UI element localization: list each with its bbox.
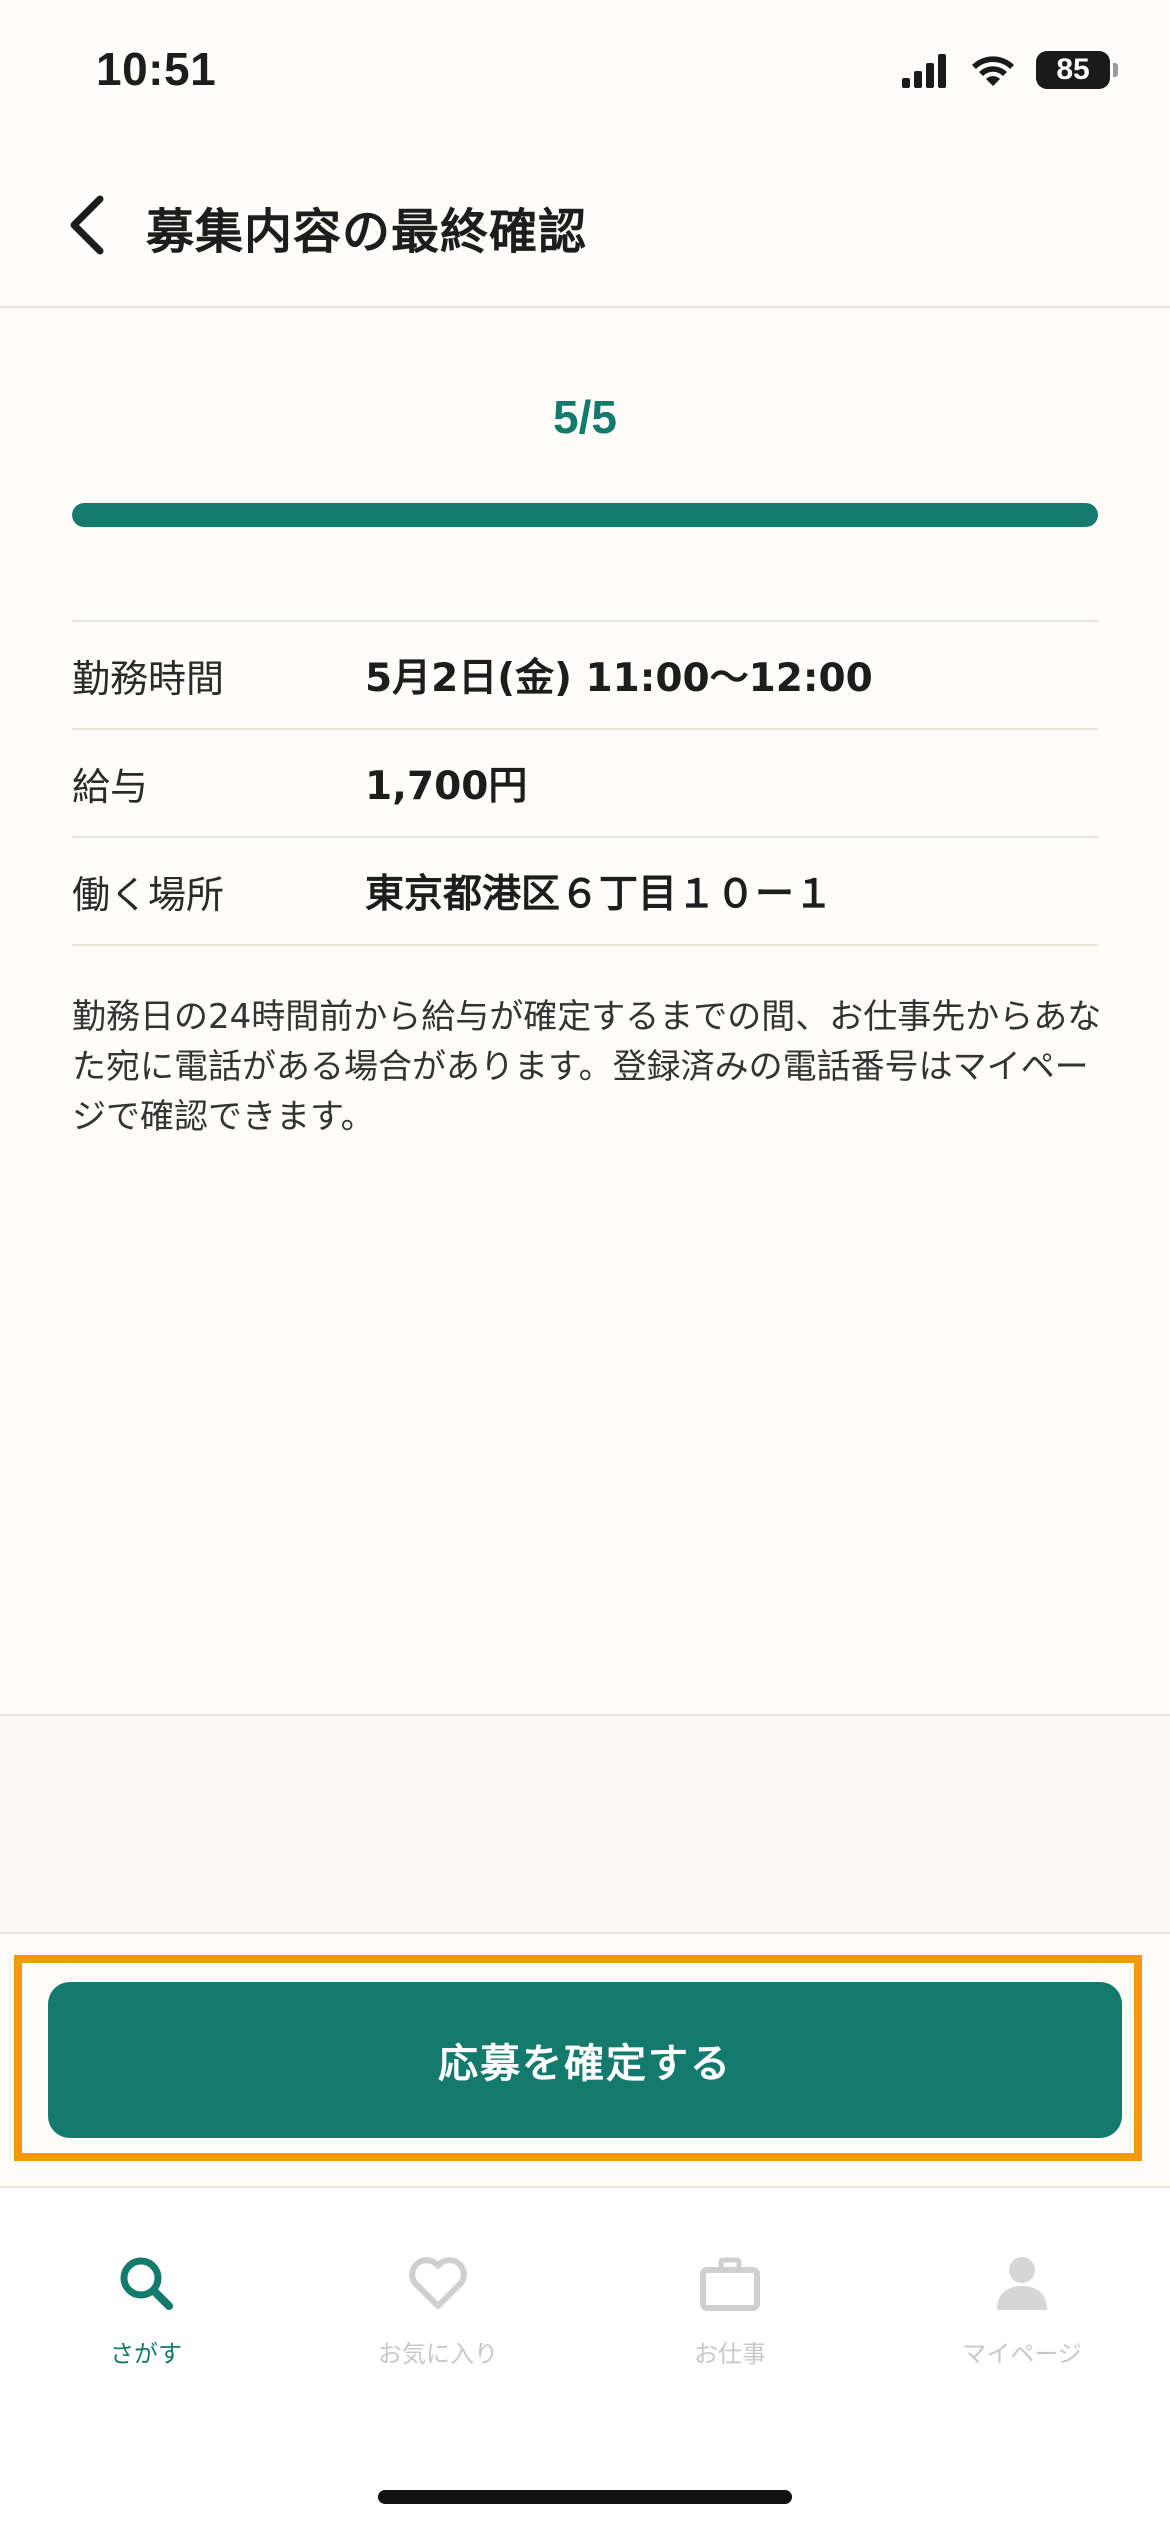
tab-label: マイページ <box>962 2340 1082 2368</box>
detail-row-work-hours: 勤務時間 5月2日(金) 11:00〜12:00 <box>72 622 1098 730</box>
battery-icon: 85 <box>1036 51 1118 89</box>
tab-search[interactable]: さがす <box>26 2248 266 2369</box>
detail-label: 働く場所 <box>72 872 225 917</box>
heart-icon <box>409 2257 467 2309</box>
tab-favorites[interactable]: お気に入り <box>318 2248 558 2369</box>
status-bar: 10:51 85 <box>0 0 1170 140</box>
briefcase-icon <box>700 2257 760 2311</box>
battery-cap <box>1113 63 1118 77</box>
detail-value: 東京都港区６丁目１０ー１ <box>365 872 834 917</box>
home-indicator <box>378 2490 792 2504</box>
page-title: 募集内容の最終確認 <box>146 204 588 260</box>
tab-bar: さがす お気に入り お仕事 マイページ <box>0 2186 1170 2534</box>
detail-label: 給与 <box>72 764 149 809</box>
step-indicator: 5/5 <box>553 391 617 443</box>
back-button[interactable] <box>56 190 116 260</box>
detail-row-salary: 給与 1,700円 <box>72 730 1098 838</box>
nav-bar: 募集内容の最終確認 <box>0 140 1170 308</box>
search-icon <box>120 2257 173 2310</box>
cellular-signal-icon <box>902 54 946 88</box>
footer-panel <box>0 1714 1170 1934</box>
chevron-left-icon <box>70 195 104 255</box>
battery-level: 85 <box>1056 53 1090 86</box>
phone-contact-notice: 勤務日の24時間前から給与が確定するまでの間、お仕事先からあなた宛に電話がある場… <box>72 997 1102 1137</box>
job-details-table: 勤務時間 5月2日(金) 11:00〜12:00 給与 1,700円 働く場所 … <box>72 620 1098 946</box>
detail-value: 1,700円 <box>365 764 528 809</box>
status-time: 10:51 <box>96 43 217 95</box>
tab-label: さがす <box>110 2340 182 2368</box>
confirm-application-button[interactable]: 応募を確定する <box>48 1982 1122 2138</box>
status-icons: 85 <box>900 50 1118 90</box>
progress-fill <box>72 503 1098 527</box>
progress-bar <box>72 503 1098 527</box>
detail-row-location: 働く場所 東京都港区６丁目１０ー１ <box>72 838 1098 946</box>
tab-mypage[interactable]: マイページ <box>902 2248 1142 2369</box>
person-icon <box>997 2257 1047 2310</box>
detail-value: 5月2日(金) 11:00〜12:00 <box>365 656 873 701</box>
tab-label: お仕事 <box>694 2340 766 2368</box>
detail-label: 勤務時間 <box>72 656 225 701</box>
wifi-icon <box>972 56 1014 86</box>
tab-jobs[interactable]: お仕事 <box>610 2248 850 2369</box>
tab-label: お気に入り <box>378 2340 498 2368</box>
